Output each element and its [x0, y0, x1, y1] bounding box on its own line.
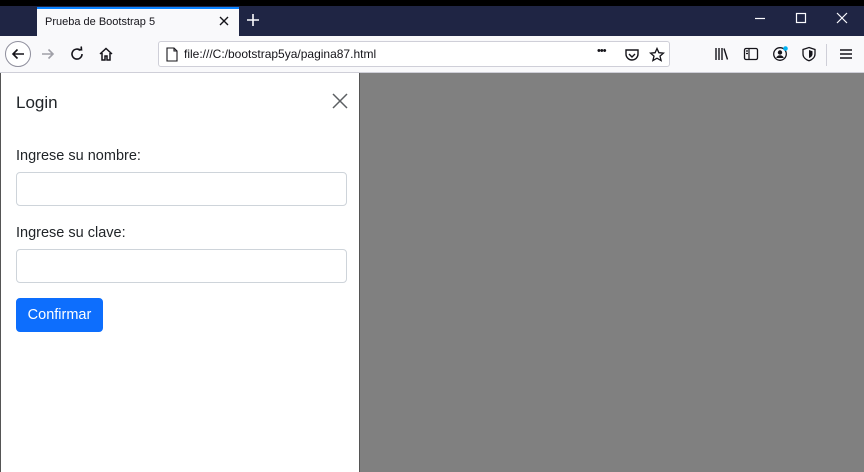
forward-arrow-icon [42, 48, 55, 60]
offcanvas-panel: Login Ingrese su nombre: Ingrese su clav… [0, 73, 360, 472]
new-tab-icon[interactable] [245, 12, 261, 28]
shield-icon[interactable] [801, 46, 817, 62]
name-input[interactable] [16, 172, 347, 206]
password-label: Ingrese su clave: [16, 225, 126, 241]
pocket-icon[interactable] [624, 47, 640, 63]
reload-button[interactable] [64, 41, 90, 67]
offcanvas-title: Login [16, 93, 58, 112]
navigation-toolbar: file:///C:/bootstrap5ya/pagina87.html ••… [0, 36, 864, 73]
browser-window: Prueba de Bootstrap 5 file:///C:/bootstr… [0, 0, 864, 472]
name-label: Ingrese su nombre: [16, 148, 141, 164]
address-bar[interactable]: file:///C:/bootstrap5ya/pagina87.html ••… [158, 41, 670, 67]
reload-icon [71, 46, 83, 60]
bookmark-star-icon[interactable] [649, 47, 665, 63]
url-text[interactable]: file:///C:/bootstrap5ya/pagina87.html [184, 47, 376, 61]
top-edge [0, 0, 864, 6]
home-button[interactable] [93, 41, 119, 67]
confirm-button[interactable]: Confirmar [16, 298, 103, 332]
minimize-icon[interactable] [752, 10, 768, 26]
back-button[interactable] [5, 41, 31, 67]
tab-strip: Prueba de Bootstrap 5 [0, 0, 864, 36]
offcanvas-close-icon[interactable] [331, 92, 349, 110]
library-icon[interactable] [714, 46, 730, 62]
account-icon[interactable] [772, 46, 788, 62]
menu-icon[interactable] [838, 46, 854, 62]
back-arrow-icon [11, 48, 24, 60]
toolbar-divider [826, 44, 827, 66]
tab-close-icon[interactable] [217, 14, 231, 28]
forward-button[interactable] [35, 41, 61, 67]
page-actions-icon[interactable]: ••• [597, 45, 617, 61]
page-content: Login Ingrese su nombre: Ingrese su clav… [0, 73, 864, 472]
tab-title: Prueba de Bootstrap 5 [45, 16, 156, 28]
modal-backdrop[interactable] [360, 73, 864, 472]
page-icon [166, 47, 178, 62]
browser-tab[interactable]: Prueba de Bootstrap 5 [37, 7, 239, 36]
maximize-icon[interactable] [793, 10, 809, 26]
sidebar-icon[interactable] [743, 46, 759, 62]
home-icon [99, 47, 113, 61]
window-close-icon[interactable] [834, 10, 850, 26]
password-input[interactable] [16, 249, 347, 283]
